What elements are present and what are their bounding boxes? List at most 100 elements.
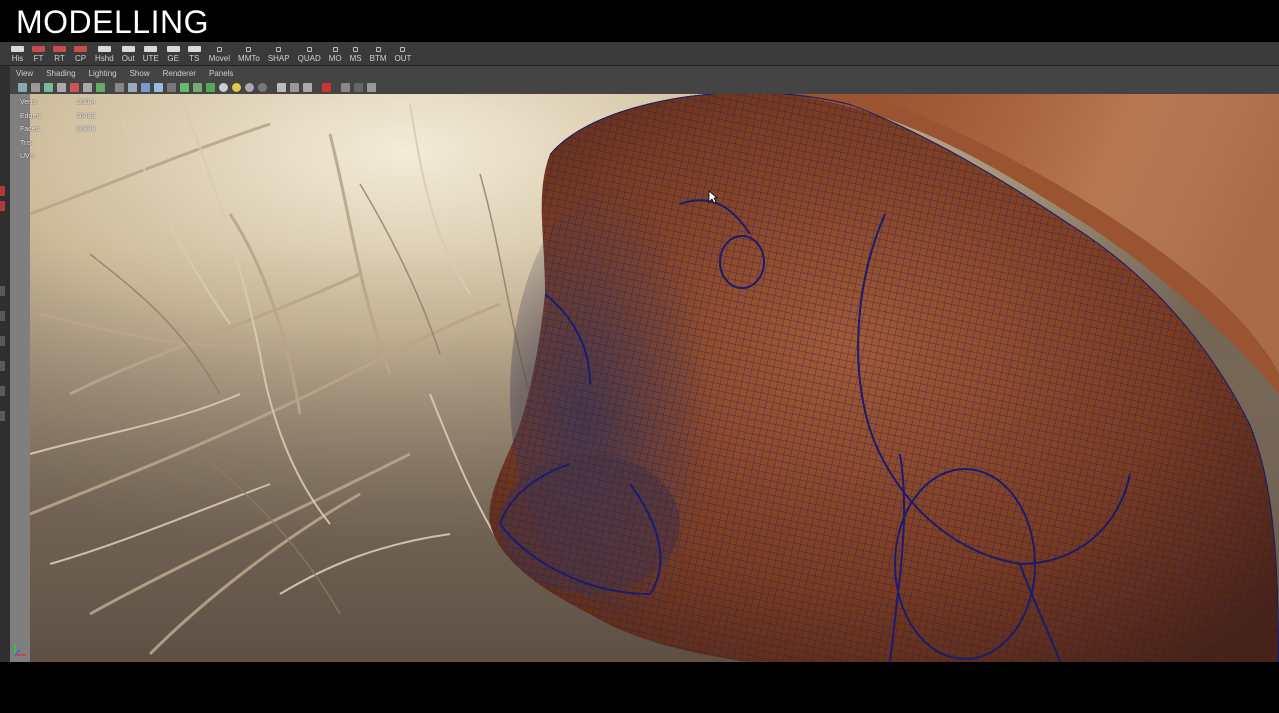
shelf-tab-ge[interactable]: GE [164,43,183,65]
tool-icon[interactable] [0,411,5,421]
shelf-tab-out2[interactable]: OUT [392,43,415,65]
shadow-icon[interactable] [245,82,254,92]
hud-label: Faces: [20,126,42,134]
video-title-bar: MODELLING [0,0,1279,42]
shelf-icon [53,46,66,52]
shelf-tab-label: FT [33,54,44,63]
hud-row-faces: Faces: 26330 [20,123,126,137]
tool-icon[interactable] [0,311,5,321]
panel-toolbar [10,80,1279,94]
shelf-icon [166,46,180,52]
share-icon[interactable] [367,82,376,92]
shelf-tab-label: MMTo [238,54,260,63]
shelf-tab-ms[interactable]: MS [347,43,365,65]
menu-shading[interactable]: Shading [46,69,75,78]
viewport[interactable] [30,94,1279,662]
camera-icon[interactable] [31,82,40,92]
hud-value [76,150,126,164]
tool-icon[interactable] [0,186,5,196]
shelf-tab-shap[interactable]: SHAP [265,43,293,65]
isolate-icon[interactable] [180,82,189,92]
shelf-tab-label: GE [167,54,179,63]
video-title: MODELLING [16,4,209,40]
shelf-tab-mmto[interactable]: MMTo [235,43,263,65]
wire-on-shaded-icon[interactable] [154,82,163,92]
shelf-tab-label: His [11,54,24,63]
xray-icon[interactable] [193,82,202,92]
shelf-tab-label: Out [121,54,135,63]
shelf-tab-his[interactable]: His [8,43,27,65]
tool-icon[interactable] [0,286,5,296]
shelf-tab-cp[interactable]: CP [71,43,90,65]
shelf-icon [74,46,87,52]
snapshot-icon[interactable] [354,82,363,92]
hud-label: Verts: [20,99,38,106]
texture-icon[interactable] [141,82,150,92]
shelf-tab-label: CP [74,54,87,63]
film-gate-icon[interactable] [83,82,92,92]
hud-icon[interactable] [341,82,350,92]
shelf-tab-label: TS [189,54,200,63]
tool-icon[interactable] [0,201,5,211]
axis-gizmo-icon [14,644,26,656]
shelf-icon [97,46,111,52]
shelf-tab-label: MS [349,54,362,63]
shelf-tab-mo[interactable]: MO [326,43,345,65]
light-icon[interactable] [232,82,241,92]
menu-panels[interactable]: Panels [209,69,233,78]
shelf-icon [121,46,135,52]
shelf-tab-hshd[interactable]: Hshd [92,43,117,65]
shelf-tab-label: Movel [208,54,231,63]
shelf-icon [187,46,201,52]
tool-icon[interactable] [0,336,5,346]
shelf-tab-label: BTM [369,54,387,63]
grid-icon[interactable] [44,82,53,92]
shelf-tab-ute[interactable]: UTE [140,43,162,65]
shelf-tab-ts[interactable]: TS [185,43,204,65]
shelf-icon [216,47,222,52]
shelf-tab-label: MO [328,54,342,63]
bookmark-icon[interactable] [57,82,66,92]
shelf-icon [276,47,282,52]
antialias-icon[interactable] [290,82,299,92]
menu-renderer[interactable]: Renderer [163,69,196,78]
shelf-icon [32,46,45,52]
shelf-tab-rt[interactable]: RT [50,43,69,65]
hud-value: 26482 [76,112,96,120]
record-icon[interactable] [70,82,79,92]
hud-label: Edges: [20,112,42,120]
shelf-tab-ft[interactable]: FT [29,43,48,65]
resolution-gate-icon[interactable] [96,82,105,92]
depth-of-field-icon[interactable] [303,82,312,92]
hud-row-edges: Edges: 26482 [20,110,126,124]
hud-row-verts: Verts: 26264 [20,96,126,110]
shelf-tab-label: SHAP [267,54,290,63]
menu-show[interactable]: Show [130,69,150,78]
shelf-tab-out[interactable]: Out [119,43,138,65]
menu-lighting[interactable]: Lighting [89,69,117,78]
tool-icon[interactable] [0,361,5,371]
hud-value: 26330 [76,126,96,134]
shelf-icon [246,47,252,52]
tool-icon[interactable] [0,386,5,396]
backface-icon[interactable] [167,82,176,92]
shelf-tab-movel[interactable]: Movel [206,43,233,65]
shelf-icon [332,47,338,52]
shelf-tab-btm[interactable]: BTM [367,43,390,65]
shelf-tab-quad[interactable]: QUAD [295,43,324,65]
wireframe-icon[interactable] [115,82,124,92]
stop-icon[interactable] [322,82,331,92]
smooth-shade-icon[interactable] [128,82,137,92]
hud-value: 26264 [76,99,96,106]
hud-label: UVs: [20,153,36,161]
panel-menu-bar: View Shading Lighting Show Renderer Pane… [10,66,1279,80]
menu-view[interactable]: View [16,69,33,78]
shelf-tab-label: UTE [142,54,159,63]
select-tool-icon[interactable] [18,82,27,92]
xray-joints-icon[interactable] [206,82,215,92]
tool-box [0,66,10,662]
motion-blur-icon[interactable] [277,82,286,92]
ambient-occlusion-icon[interactable] [258,82,267,92]
hud-value [76,137,126,151]
default-light-icon[interactable] [219,82,228,92]
